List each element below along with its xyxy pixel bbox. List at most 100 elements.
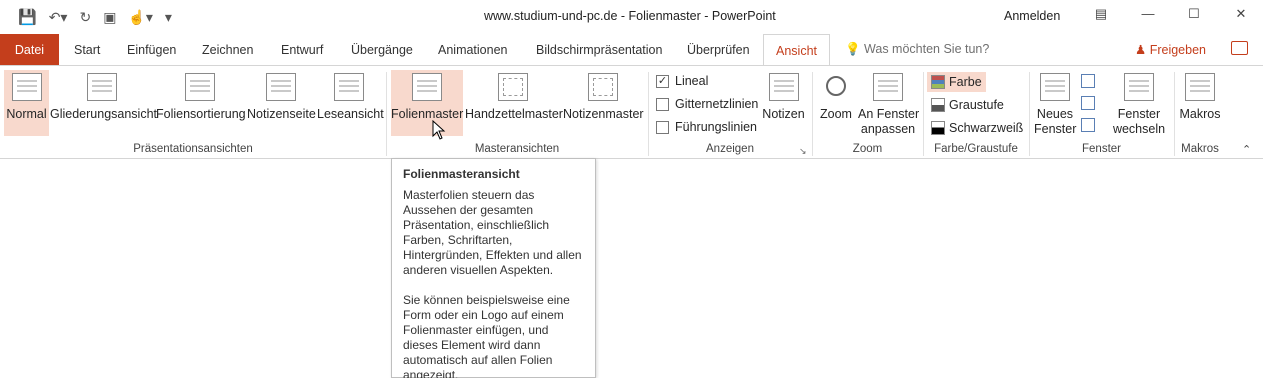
handout-master-button[interactable]: Handzettelmaster [465, 70, 563, 136]
close-icon[interactable]: ✕ [1229, 6, 1253, 26]
tab-view[interactable]: Ansicht [763, 34, 830, 67]
group-macros: Makros [1181, 143, 1219, 155]
quick-access-toolbar: 💾 ↶▾ ↻ ▣ ☝▾ ▾ [18, 8, 172, 27]
tab-transitions[interactable]: Übergänge [351, 34, 413, 66]
tab-animations[interactable]: Animationen [438, 34, 508, 66]
comment-icon[interactable] [1231, 41, 1248, 55]
notes-label: Notizen [762, 107, 805, 121]
ribbon-tabs: Datei Start Einfügen Zeichnen Entwurf Üb… [0, 34, 1263, 67]
handout-master-label: Handzettelmaster [465, 107, 563, 121]
dialog-launcher-icon[interactable]: ↘ [799, 146, 807, 157]
group-window: Fenster [1082, 143, 1121, 155]
reading-view-button[interactable]: Leseansicht [317, 70, 384, 136]
color-swatch-icon [931, 75, 945, 89]
notes-button[interactable]: Notizen [761, 70, 806, 136]
signin-link[interactable]: Anmelden [1004, 9, 1060, 23]
macros-icon [1185, 73, 1215, 101]
ruler-label: Lineal [675, 74, 709, 88]
outline-view-label: Gliederungsansicht [50, 107, 158, 121]
tab-review[interactable]: Überprüfen [687, 34, 750, 66]
macros-button[interactable]: Makros [1178, 70, 1222, 136]
macros-label: Makros [1179, 107, 1221, 121]
black-white-button[interactable]: Schwarzweiß [927, 118, 1027, 138]
undo-icon[interactable]: ↶▾ [49, 9, 68, 26]
outline-view-icon [87, 73, 117, 101]
zoom-label: Zoom [820, 107, 852, 121]
new-window-button[interactable]: Neues Fenster [1034, 70, 1076, 142]
ribbon: Normal Gliederungsansicht Foliensortieru… [0, 65, 1263, 159]
window-title: www.studium-und-pc.de - Folienmaster - P… [484, 9, 776, 23]
move-split-icon[interactable] [1081, 118, 1095, 132]
switch-windows-label-1: Fenster [1117, 107, 1161, 121]
slide-master-icon [412, 73, 442, 101]
share-label: Freigeben [1149, 43, 1206, 57]
tab-design[interactable]: Entwurf [281, 34, 323, 66]
mouse-cursor-icon [432, 120, 446, 140]
color-button[interactable]: Farbe [927, 72, 986, 92]
new-window-label-2: Fenster [1034, 122, 1077, 136]
slide-sorter-icon [185, 73, 215, 101]
tab-file[interactable]: Datei [0, 34, 59, 66]
normal-view-button[interactable]: Normal [4, 70, 49, 136]
grayscale-button[interactable]: Graustufe [927, 95, 1008, 115]
bw-label: Schwarzweiß [949, 121, 1024, 135]
magnifier-icon [821, 73, 851, 101]
redo-icon[interactable]: ↻ [79, 9, 91, 26]
grayscale-swatch-icon [931, 98, 945, 112]
tab-draw[interactable]: Zeichnen [202, 34, 253, 66]
zoom-button[interactable]: Zoom [816, 70, 856, 136]
slide-master-button[interactable]: Folienmaster [391, 70, 463, 136]
group-zoom: Zoom [852, 143, 883, 155]
slide-sorter-button[interactable]: Foliensortierung [156, 70, 246, 136]
group-color-grayscale: Farbe/Graustufe [934, 143, 1018, 155]
guides-checkbox[interactable]: Führungslinien [656, 120, 757, 134]
notes-icon [768, 73, 799, 101]
tab-slideshow[interactable]: Bildschirmpräsentation [536, 34, 662, 66]
new-window-icon [1040, 73, 1070, 101]
reading-view-label: Leseansicht [317, 107, 384, 121]
reading-view-icon [334, 73, 364, 101]
search-placeholder: Was möchten Sie tun? [864, 42, 990, 56]
fit-window-icon [873, 73, 903, 101]
customize-icon[interactable]: ▾ [165, 9, 172, 26]
tab-start[interactable]: Start [74, 34, 100, 66]
title-bar: 💾 ↶▾ ↻ ▣ ☝▾ ▾ www.studium-und-pc.de - Fo… [0, 0, 1263, 34]
group-master-views: Masteransichten [474, 143, 560, 155]
bw-swatch-icon [931, 121, 945, 135]
normal-view-label: Normal [6, 107, 47, 121]
save-icon[interactable]: 💾 [18, 8, 37, 26]
gridlines-checkbox[interactable]: Gitternetzlinien [656, 97, 758, 111]
notes-master-button[interactable]: Notizenmaster [563, 70, 644, 136]
outline-view-button[interactable]: Gliederungsansicht [50, 70, 158, 136]
gridlines-label: Gitternetzlinien [675, 97, 759, 111]
tell-me-search[interactable]: 💡 Was möchten Sie tun? [845, 42, 989, 57]
ruler-checkbox[interactable]: ✓ Lineal [656, 74, 708, 88]
notes-page-label: Notizenseite [247, 107, 316, 121]
minimize-icon[interactable]: — [1136, 6, 1160, 26]
guides-label: Führungslinien [675, 120, 757, 134]
notes-page-icon [266, 73, 296, 101]
touch-icon[interactable]: ☝▾ [128, 9, 152, 26]
collapse-ribbon-icon[interactable]: ⌃ [1242, 143, 1251, 156]
notes-page-button[interactable]: Notizenseite [247, 70, 316, 136]
checkbox-empty-icon [656, 120, 669, 134]
group-show: Anzeigen [706, 143, 754, 155]
checkmark-icon: ✓ [656, 74, 669, 88]
switch-windows-button[interactable]: Fenster wechseln [1108, 70, 1170, 142]
tooltip-paragraph-1: Masterfolien steuern das Aussehen der ge… [403, 188, 582, 277]
share-button[interactable]: ♟ Freigeben [1135, 42, 1206, 57]
new-window-label-1: Neues [1036, 107, 1074, 121]
handout-master-icon [498, 73, 528, 101]
present-icon[interactable]: ▣ [103, 9, 116, 26]
tooltip: Folienmasteransicht Masterfolien steuern… [391, 158, 596, 378]
notes-master-icon [588, 73, 618, 101]
slide-master-label: Folienmaster [391, 107, 464, 121]
arrange-all-icon[interactable] [1081, 74, 1095, 88]
fit-to-window-button[interactable]: An Fenster anpassen [858, 70, 920, 142]
tab-insert[interactable]: Einfügen [127, 34, 176, 66]
tooltip-paragraph-2: Sie können beispielsweise eine Form oder… [403, 293, 570, 378]
cascade-icon[interactable] [1081, 96, 1095, 110]
maximize-icon[interactable]: ☐ [1182, 6, 1206, 26]
ribbon-display-icon[interactable]: ▤ [1089, 6, 1113, 26]
fit-window-label-1: An Fenster [858, 107, 920, 121]
